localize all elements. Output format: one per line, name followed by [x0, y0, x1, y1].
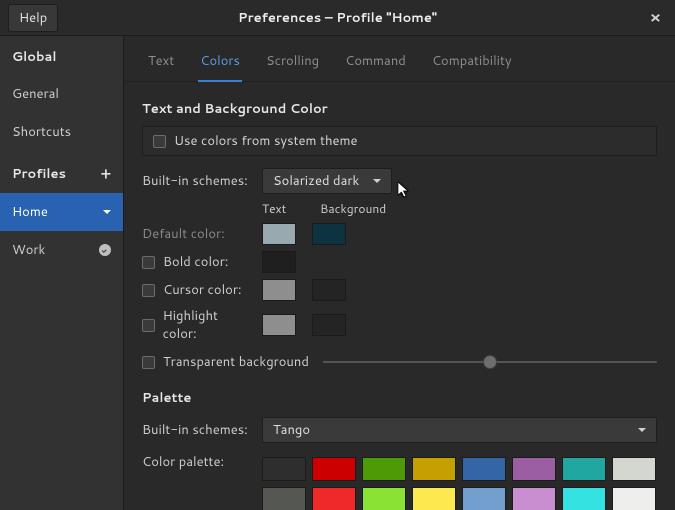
use-system-label: Use colors from system theme [174, 132, 358, 150]
highlight-text-swatch[interactable] [262, 314, 296, 336]
cursor-bg-swatch[interactable] [312, 279, 346, 301]
palette-swatch[interactable] [462, 487, 506, 510]
profile-work-label: Work [12, 241, 45, 259]
bold-swatch[interactable] [262, 251, 296, 273]
palette-swatch[interactable] [312, 457, 356, 481]
default-bg-swatch[interactable] [312, 223, 346, 245]
col-text-label: Text [262, 200, 300, 217]
palette-scheme-value: Tango [273, 421, 310, 439]
palette-swatch[interactable] [412, 487, 456, 510]
cursor-label: Cursor color: [163, 281, 242, 299]
sidebar-header-profiles: Profiles + [0, 151, 123, 193]
transparent-label: Transparent background [163, 353, 309, 371]
palette-swatch[interactable] [262, 487, 306, 510]
window-title: Preferences – Profile "Home" [0, 9, 675, 27]
profiles-label: Profiles [12, 165, 66, 183]
tab-scrolling[interactable]: Scrolling [264, 46, 321, 82]
palette-swatch[interactable] [362, 457, 406, 481]
col-bg-label: Background [320, 200, 386, 217]
transparent-checkbox[interactable] [142, 356, 155, 369]
palette-schemes-label: Built-in schemes: [142, 421, 252, 439]
transparency-slider[interactable] [323, 361, 657, 363]
tab-compatibility[interactable]: Compatibility [430, 46, 514, 82]
palette-swatch[interactable] [412, 457, 456, 481]
section-palette: Palette [142, 389, 657, 407]
palette-swatch[interactable] [612, 457, 656, 481]
bold-checkbox[interactable] [142, 256, 155, 269]
sidebar: Global General Shortcuts Profiles + Home… [0, 36, 124, 510]
scheme-dropdown[interactable]: Solarized dark [262, 168, 392, 194]
palette-swatch[interactable] [462, 457, 506, 481]
use-system-row[interactable]: Use colors from system theme [142, 126, 657, 156]
tab-text[interactable]: Text [146, 46, 176, 82]
title-bar: Help Preferences – Profile "Home" × [0, 0, 675, 36]
bold-label: Bold color: [163, 253, 228, 271]
checkmark-icon [99, 244, 111, 256]
palette-swatch[interactable] [262, 457, 306, 481]
chevron-down-icon [638, 428, 646, 432]
sidebar-item-home[interactable]: Home [0, 193, 123, 231]
close-icon[interactable]: × [644, 2, 667, 33]
palette-swatch[interactable] [312, 487, 356, 510]
default-color-label: Default color: [142, 225, 252, 243]
highlight-checkbox[interactable] [142, 319, 155, 332]
palette-swatch[interactable] [512, 457, 556, 481]
content-panel: Text Colors Scrolling Command Compatibil… [124, 36, 675, 510]
palette-swatch[interactable] [562, 487, 606, 510]
highlight-bg-swatch[interactable] [312, 314, 346, 336]
palette-swatch[interactable] [612, 487, 656, 510]
highlight-label: Highlight color: [163, 307, 252, 343]
chevron-down-icon [103, 210, 111, 214]
chevron-down-icon [373, 179, 381, 183]
palette-row-top [262, 457, 656, 481]
tab-colors[interactable]: Colors [198, 46, 242, 82]
section-text-bg: Text and Background Color [142, 100, 657, 118]
palette-swatch[interactable] [562, 457, 606, 481]
default-text-swatch[interactable] [262, 223, 296, 245]
slider-thumb[interactable] [483, 355, 497, 369]
palette-scheme-dropdown[interactable]: Tango [262, 417, 657, 443]
cursor-text-swatch[interactable] [262, 279, 296, 301]
profile-home-label: Home [12, 203, 48, 221]
schemes-label: Built-in schemes: [142, 172, 252, 190]
sidebar-item-shortcuts[interactable]: Shortcuts [0, 113, 123, 151]
tab-bar: Text Colors Scrolling Command Compatibil… [124, 36, 675, 82]
color-column-headers: Text Background [262, 200, 657, 217]
color-palette-label: Color palette: [142, 453, 252, 471]
add-profile-icon[interactable]: + [101, 163, 111, 184]
tab-command[interactable]: Command [343, 46, 408, 82]
scheme-value: Solarized dark [273, 172, 359, 190]
palette-swatch[interactable] [362, 487, 406, 510]
sidebar-item-general[interactable]: General [0, 75, 123, 113]
use-system-checkbox[interactable] [153, 135, 166, 148]
cursor-checkbox[interactable] [142, 284, 155, 297]
help-button[interactable]: Help [8, 4, 58, 32]
sidebar-header-global: Global [0, 36, 123, 75]
palette-swatch[interactable] [512, 487, 556, 510]
sidebar-item-work[interactable]: Work [0, 231, 123, 269]
palette-row-bottom [262, 487, 656, 510]
